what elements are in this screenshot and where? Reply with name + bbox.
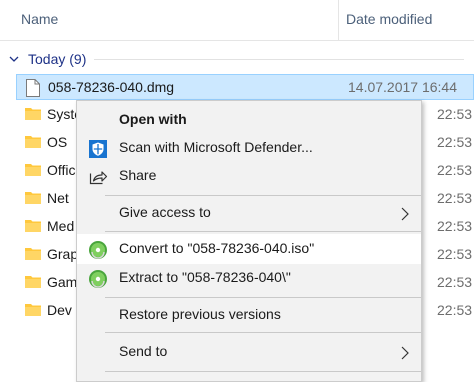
column-header: Name Date modified	[0, 0, 474, 41]
folder-name: Offic	[47, 162, 76, 178]
menu-item-label: Open with	[119, 111, 187, 127]
folder-name: OS	[47, 134, 68, 150]
folder-date: 22:53	[437, 162, 473, 178]
folder-icon	[25, 302, 41, 320]
column-name-header[interactable]: Name	[21, 11, 58, 27]
menu-separator	[105, 297, 421, 298]
menu-item-label: Extract to "058-78236-040\"	[119, 269, 291, 285]
folder-icon	[25, 106, 41, 124]
folder-icon	[25, 190, 41, 208]
menu-item-label: Scan with Microsoft Defender...	[119, 139, 313, 155]
group-today[interactable]: Today (9)	[8, 49, 474, 69]
menu-item-give-access[interactable]: Give access to	[77, 198, 421, 228]
menu-item-extract[interactable]: Extract to "058-78236-040\"	[77, 263, 421, 293]
folder-date: 22:53	[437, 106, 473, 122]
folder-date: 22:53	[437, 190, 473, 206]
menu-separator	[105, 195, 421, 196]
chevron-down-icon[interactable]	[8, 53, 20, 65]
poweriso-disc-icon	[88, 240, 108, 260]
column-divider[interactable]	[338, 0, 339, 40]
folder-name: Net	[47, 190, 69, 206]
folder-name: Dev	[47, 302, 72, 318]
context-menu: Open with Scan with Microsoft Defender..…	[76, 100, 422, 382]
menu-item-label: Share	[119, 167, 157, 183]
file-date: 14.07.2017 16:44	[348, 79, 457, 95]
folder-date: 22:53	[437, 134, 473, 150]
menu-separator	[105, 332, 421, 333]
menu-item-label: Send to	[119, 343, 168, 359]
poweriso-disc-icon	[88, 269, 108, 289]
chevron-right-icon	[401, 346, 409, 360]
menu-item-label: Convert to "058-78236-040.iso"	[119, 240, 315, 256]
folder-date: 22:53	[437, 246, 473, 262]
menu-item-share[interactable]: Share	[77, 161, 421, 191]
menu-item-scan-defender[interactable]: Scan with Microsoft Defender...	[77, 133, 421, 163]
file-row-dmg[interactable]: 058-78236-040.dmg 14.07.2017 16:44	[16, 74, 474, 100]
folder-date: 22:53	[437, 302, 473, 318]
menu-item-convert-iso[interactable]: Convert to "058-78236-040.iso"	[77, 234, 421, 264]
folder-icon	[25, 218, 41, 236]
chevron-right-icon	[401, 207, 409, 221]
defender-shield-icon	[88, 139, 108, 159]
group-label: Today (9)	[28, 51, 87, 67]
folder-icon	[25, 246, 41, 264]
menu-item-restore-versions[interactable]: Restore previous versions	[77, 300, 421, 330]
menu-item-open-with[interactable]: Open with	[77, 105, 421, 135]
folder-date: 22:53	[437, 218, 473, 234]
folder-name: Med	[47, 218, 75, 234]
group-divider	[94, 58, 464, 60]
column-date-modified-header[interactable]: Date modified	[346, 11, 432, 27]
folder-icon	[25, 134, 41, 152]
file-name: 058-78236-040.dmg	[48, 79, 175, 95]
menu-item-label: Give access to	[119, 204, 211, 220]
file-icon	[26, 79, 40, 97]
menu-item-label: Restore previous versions	[119, 306, 281, 322]
share-icon	[88, 167, 108, 187]
folder-icon	[25, 162, 41, 180]
folder-date: 22:53	[437, 274, 473, 290]
folder-name: Gam	[47, 274, 78, 290]
folder-name: Grap	[47, 246, 79, 262]
menu-separator	[105, 231, 421, 232]
menu-item-send-to[interactable]: Send to	[77, 337, 421, 367]
folder-icon	[25, 274, 41, 292]
